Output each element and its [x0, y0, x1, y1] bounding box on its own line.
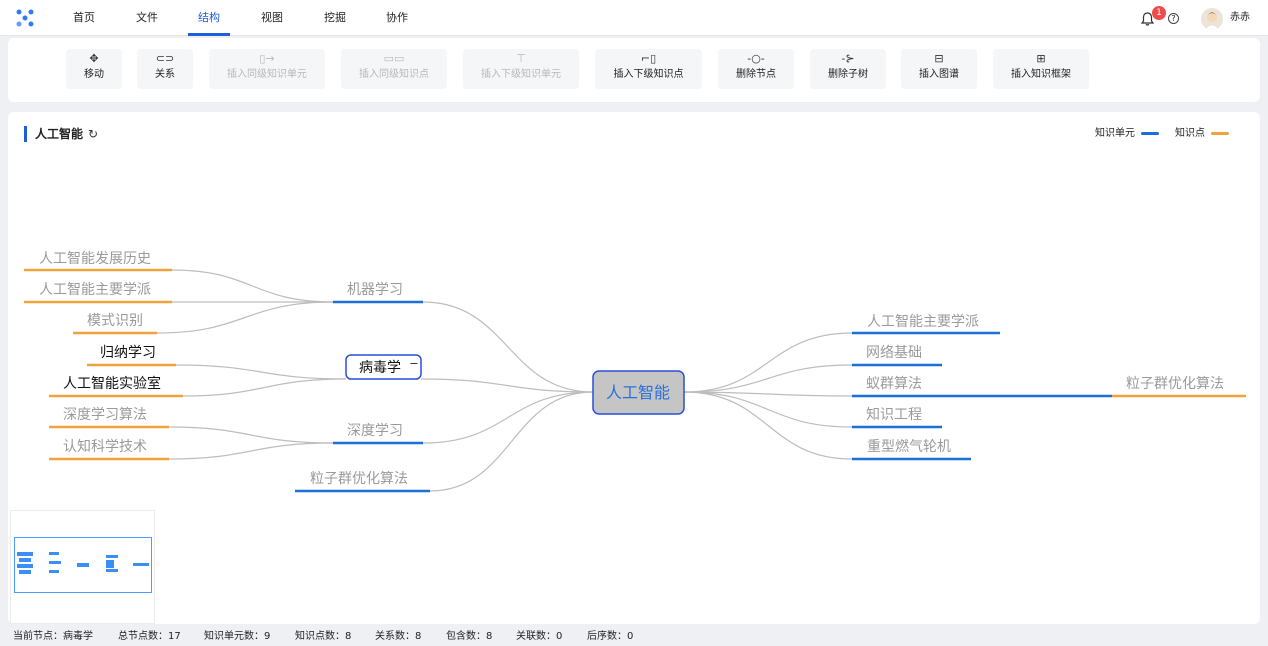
minimap-viewport[interactable] [14, 537, 152, 593]
collapse-toggle[interactable]: − [409, 357, 418, 370]
edge-vir-lab [182, 378, 347, 397]
status-total-nodes: 总节点数：17 [118, 631, 181, 642]
edge-ml-history [171, 269, 334, 303]
status-unit-count: 知识单元数：9 [204, 631, 271, 642]
status-current-node: 当前节点：病毒学 [13, 631, 93, 642]
status-assoc-count: 关联数：0 [516, 631, 563, 642]
edge-root-pso [429, 391, 594, 492]
leaf-pso-right[interactable]: 粒子群优化算法 [1126, 376, 1224, 392]
node-ant-colony[interactable]: 蚁群算法 [866, 376, 922, 392]
status-sequence-count: 后序数：0 [587, 631, 634, 642]
edge-dl-cog [168, 442, 334, 460]
mindmap-canvas: 人工智能 − 机器学习 病毒学 深度学习 粒子群优化算法 人工智能发展历史 人工… [24, 251, 1246, 493]
node-machine-learning[interactable]: 机器学习 [347, 282, 403, 298]
leaf-ai-schools-left[interactable]: 人工智能主要学派 [39, 282, 151, 298]
status-contain-count: 包含数：8 [446, 631, 493, 642]
edge-root-network [683, 364, 853, 393]
edge-root-ke [683, 391, 853, 428]
root-node-label: 人工智能 [606, 383, 670, 402]
edge-dl-algo [168, 426, 334, 444]
node-ai-schools-right[interactable]: 人工智能主要学派 [867, 314, 979, 330]
leaf-pattern-recognition[interactable]: 模式识别 [87, 313, 143, 329]
edge-root-virology [420, 378, 594, 393]
edge-root-dl [422, 391, 594, 444]
edge-ml-pattern [156, 301, 334, 334]
edge-root-ml [422, 301, 594, 393]
status-relation-count: 关系数：8 [375, 631, 422, 642]
edge-root-schools [683, 332, 853, 393]
minimap[interactable] [10, 510, 155, 624]
leaf-ai-history[interactable]: 人工智能发展历史 [39, 251, 151, 267]
leaf-inductive-learning[interactable]: 归纳学习 [100, 344, 156, 361]
leaf-cognitive-science[interactable]: 认知科学技术 [63, 438, 147, 455]
node-virology[interactable]: 病毒学 [359, 360, 401, 376]
node-gas-turbine[interactable]: 重型燃气轮机 [867, 438, 951, 455]
node-deep-learning[interactable]: 深度学习 [347, 423, 403, 439]
leaf-ai-lab[interactable]: 人工智能实验室 [63, 375, 161, 392]
node-knowledge-engineering[interactable]: 知识工程 [866, 406, 922, 423]
node-pso-left[interactable]: 粒子群优化算法 [310, 471, 408, 487]
status-bar: 当前节点：病毒学 总节点数：17 知识单元数：9 知识点数：8 关系数：8 包含… [0, 627, 1268, 646]
status-point-count: 知识点数：8 [295, 631, 352, 642]
leaf-deep-learning-algo[interactable]: 深度学习算法 [63, 407, 147, 423]
node-network-basics[interactable]: 网络基础 [866, 344, 922, 361]
edge-vir-inductive [175, 364, 347, 380]
